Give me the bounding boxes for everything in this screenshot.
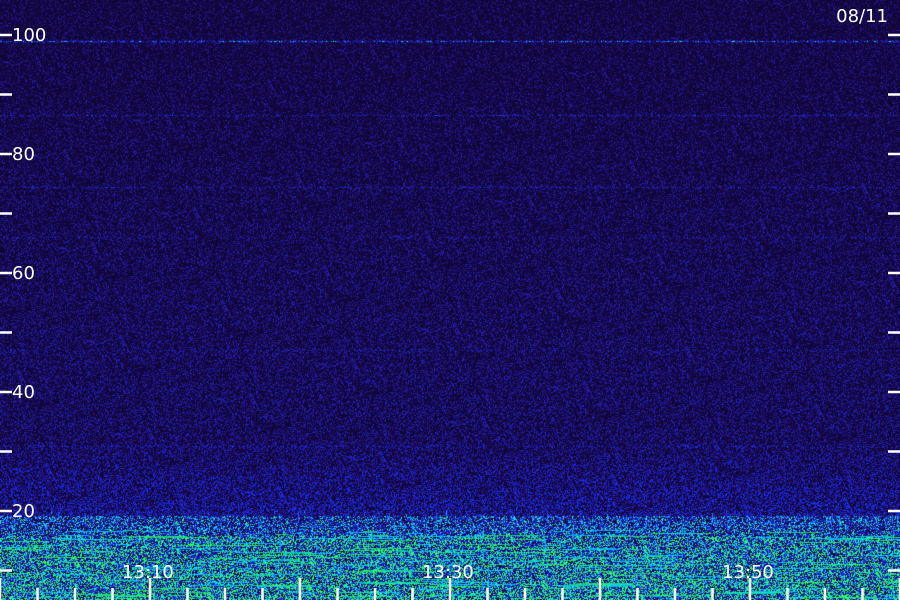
y-tick-label-80: 80 bbox=[12, 144, 35, 165]
y-axis-ticks: 100 80 60 40 20 bbox=[0, 25, 900, 572]
y-tick-label-60: 60 bbox=[12, 263, 35, 284]
date-label: 08/11 bbox=[836, 6, 888, 27]
x-tick-label-1350: 13:50 bbox=[722, 562, 774, 583]
y-tick-label-40: 40 bbox=[12, 382, 35, 403]
y-tick-label-20: 20 bbox=[12, 501, 35, 522]
chart-overlay: 100 80 60 40 20 13:10 13:30 13:50 08/11 bbox=[0, 6, 900, 600]
spectrogram-chart: 100 80 60 40 20 13:10 13:30 13:50 08/11 bbox=[0, 0, 900, 600]
y-tick-label-100: 100 bbox=[12, 25, 46, 46]
x-tick-label-1310: 13:10 bbox=[122, 562, 174, 583]
x-tick-label-1330: 13:30 bbox=[422, 562, 474, 583]
x-axis-ticks: 13:10 13:30 13:50 bbox=[0, 562, 900, 600]
